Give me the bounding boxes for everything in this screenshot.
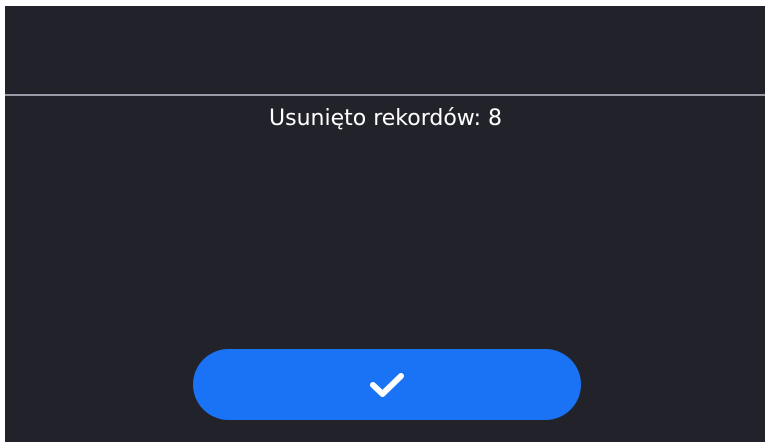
check-icon [367,365,407,405]
confirm-button[interactable] [193,349,581,420]
dialog-screen: Usunięto rekordów: 8 [5,6,765,442]
deleted-records-message: Usunięto rekordów: 8 [269,106,502,131]
header-divider [5,94,765,96]
header-area [5,6,765,94]
